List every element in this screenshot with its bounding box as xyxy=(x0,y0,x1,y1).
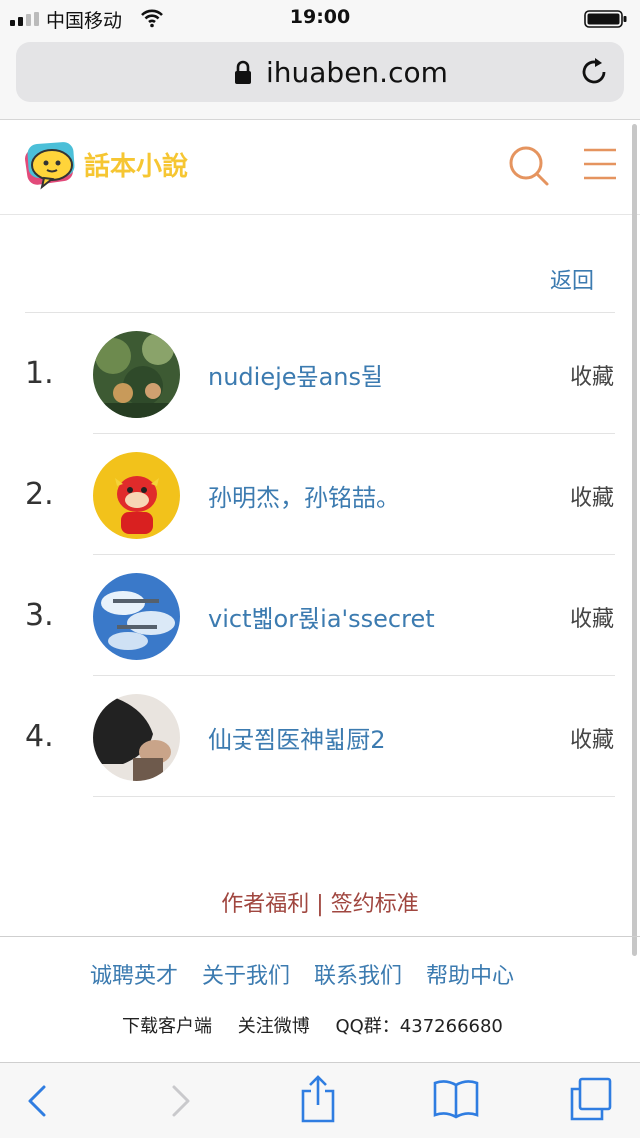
footer-nav: 诚聘英才 关于我们 联系我们 帮助中心 xyxy=(90,958,514,990)
bookmarks-icon[interactable] xyxy=(432,1079,480,1119)
rank-number: 4. xyxy=(25,719,54,754)
address-bar[interactable]: ihuaben.com xyxy=(16,42,624,102)
search-icon[interactable] xyxy=(506,143,550,187)
avatar-image xyxy=(93,331,180,418)
logo-text: 話本小說 xyxy=(84,151,188,182)
footer-info: 下载客户端 关注微博 QQ群：437266680 xyxy=(122,1012,523,1038)
status-bar: 中国移动 19:00 xyxy=(0,0,640,36)
author-links[interactable]: 作者福利 | 签约标准 xyxy=(0,886,640,918)
avatar[interactable] xyxy=(93,452,180,539)
browser-toolbar xyxy=(0,1062,640,1138)
browser-chrome: ihuaben.com xyxy=(0,36,640,120)
rank-number: 2. xyxy=(25,477,54,512)
menu-icon[interactable] xyxy=(582,147,618,181)
rank-number: 1. xyxy=(25,356,54,391)
logo-image: 話本小說 xyxy=(25,142,188,190)
favorite-button[interactable]: 收藏 xyxy=(570,359,614,391)
site-logo[interactable]: 話本小說 xyxy=(22,135,222,195)
lock-icon xyxy=(235,60,251,84)
avatar[interactable] xyxy=(93,573,180,660)
footer-link-contact[interactable]: 联系我们 xyxy=(314,958,402,990)
back-arrow-icon[interactable] xyxy=(24,1079,52,1123)
user-name-link[interactable]: nudieje뫂ans뒬 xyxy=(208,357,383,392)
follow-weibo-link[interactable]: 关注微博 xyxy=(238,1016,310,1037)
back-link[interactable]: 返回 xyxy=(550,263,594,295)
favorite-button[interactable]: 收藏 xyxy=(570,722,614,754)
clock: 19:00 xyxy=(289,6,351,28)
list-item: 1. nudieje뫂ans뒬 收藏 xyxy=(0,313,640,434)
download-client-link[interactable]: 下载客户端 xyxy=(122,1016,212,1037)
site-header: 話本小說 xyxy=(0,121,640,215)
user-name-link[interactable]: 仙궃쬠医神뷟厨2 xyxy=(208,720,386,755)
qq-group-text: QQ群：437266680 xyxy=(335,1016,503,1037)
list-item: 3. vict볣or뢵ia'ssecret 收藏 xyxy=(0,555,640,676)
forward-arrow-icon[interactable] xyxy=(166,1079,194,1123)
favorite-button[interactable]: 收藏 xyxy=(570,601,614,633)
footer-link-about[interactable]: 关于我们 xyxy=(202,958,290,990)
avatar-image xyxy=(93,694,180,781)
favorite-button[interactable]: 收藏 xyxy=(570,480,614,512)
user-name-link[interactable]: vict볣or뢵ia'ssecret xyxy=(208,599,435,634)
footer-divider xyxy=(0,936,640,937)
share-icon[interactable] xyxy=(298,1075,338,1123)
avatar-image xyxy=(93,452,180,539)
footer-link-careers[interactable]: 诚聘英才 xyxy=(90,958,178,990)
user-name-link[interactable]: 孙明杰，孙铭喆。 xyxy=(208,478,400,513)
battery-icon xyxy=(584,10,627,28)
tabs-icon[interactable] xyxy=(568,1077,614,1121)
rank-number: 3. xyxy=(25,598,54,633)
footer-link-help[interactable]: 帮助中心 xyxy=(426,958,514,990)
url-text[interactable]: ihuaben.com xyxy=(266,56,448,89)
reload-icon[interactable] xyxy=(578,56,610,88)
avatar-image xyxy=(93,573,180,660)
list-item: 2. 孙明杰，孙铭喆。 收藏 xyxy=(0,434,640,555)
row-divider xyxy=(93,796,615,797)
avatar[interactable] xyxy=(93,694,180,781)
user-list: 1. nudieje뫂ans뒬 收藏 2. 孙明杰，孙铭喆。 收藏 3. vic… xyxy=(0,313,640,797)
list-item: 4. 仙궃쬠医神뷟厨2 收藏 xyxy=(0,676,640,797)
avatar[interactable] xyxy=(93,331,180,418)
